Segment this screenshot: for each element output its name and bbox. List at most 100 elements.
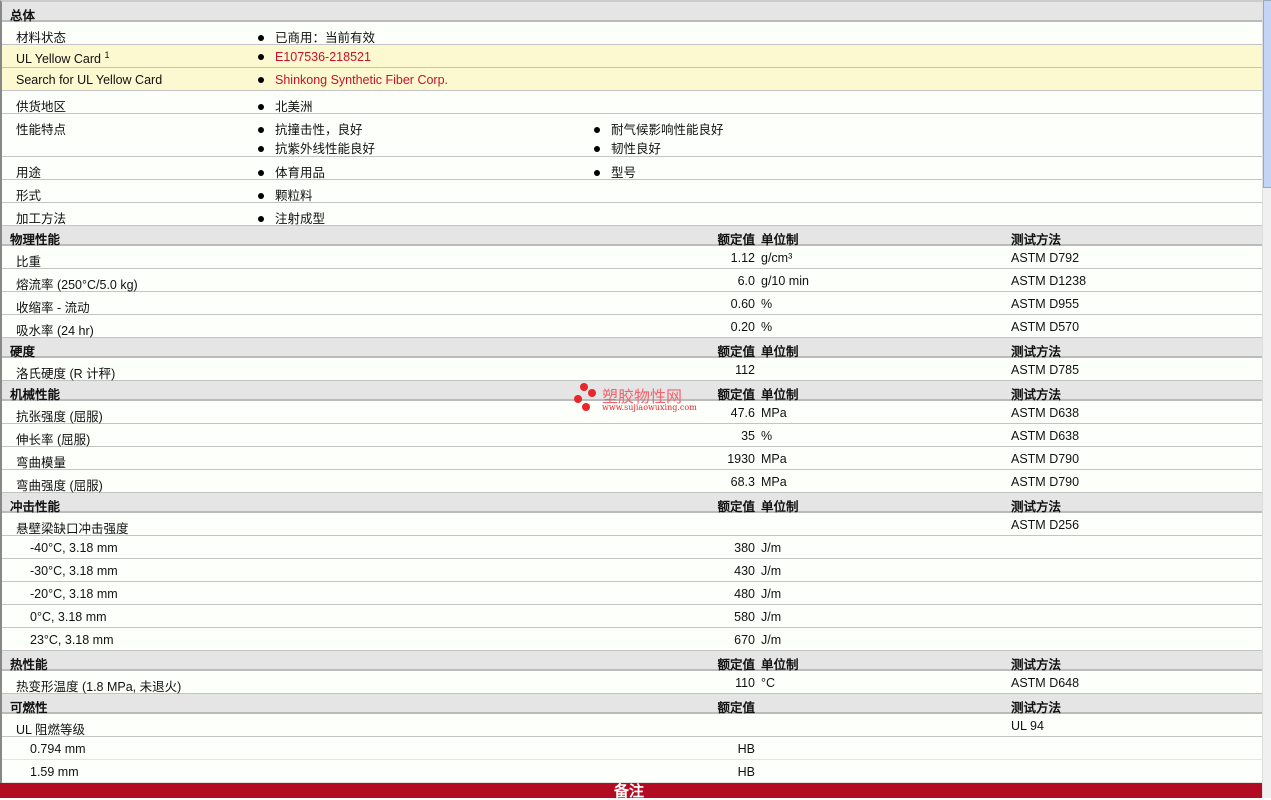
property-label: 热变形温度 (1.8 MPa, 未退火) xyxy=(16,680,182,694)
row-label-text: 用途 xyxy=(16,166,42,180)
bullet-icon xyxy=(258,192,264,199)
row-label-text: Search for UL Yellow Card xyxy=(16,73,163,87)
property-value: 47.6 xyxy=(730,406,755,420)
property-label: UL 阻燃等级 xyxy=(16,723,85,737)
property-unit: % xyxy=(761,320,773,334)
property-value: HB xyxy=(737,765,755,779)
property-value: 580 xyxy=(734,610,755,624)
property-label: 23°C, 3.18 mm xyxy=(30,633,114,647)
property-unit: g/cm³ xyxy=(761,251,793,265)
bullet-icon xyxy=(258,34,264,41)
property-row: 抗张强度 (屈服) 47.6 MPa ASTM D638 xyxy=(2,401,1262,424)
property-row: 收缩率 - 流动 0.60% ASTM D955 xyxy=(2,292,1262,315)
row-label: 材料状态 xyxy=(16,27,66,46)
property-label: -30°C, 3.18 mm xyxy=(30,564,118,578)
property-row: -30°C, 3.18 mm 430 J/m xyxy=(2,559,1262,582)
property-label: -20°C, 3.18 mm xyxy=(30,587,118,601)
row-label: 加工方法 xyxy=(16,208,66,227)
row-label-text: 材料状态 xyxy=(16,31,67,45)
bullet-item: 型号 xyxy=(594,162,636,181)
row-label: 用途 xyxy=(16,162,41,181)
property-label: 弯曲模量 xyxy=(16,456,67,470)
property-row: 熔流率 (250°C/5.0 kg) 6.0 g/10 min ASTM D1238 xyxy=(2,269,1262,292)
general-row: Search for UL Yellow Card Shinkong Synthe… xyxy=(2,68,1262,91)
bullet-text[interactable]: E107536-218521 xyxy=(275,50,371,64)
property-unit: J/m xyxy=(761,564,782,578)
section-header-general: 总体 xyxy=(2,2,1262,23)
bullet-text[interactable]: Shinkong Synthetic Fiber Corp. xyxy=(275,73,448,87)
section-header: 热性能 额定值 单位制 测试方法 xyxy=(2,651,1262,672)
scrollbar-thumb[interactable] xyxy=(1263,0,1271,188)
property-label: 熔流率 (250°C/5.0 kg) xyxy=(16,278,138,292)
bullet-icon xyxy=(258,215,264,222)
bullet-item[interactable]: E107536-218521 xyxy=(258,50,371,64)
section-header: 硬度 额定值 单位制 测试方法 xyxy=(2,338,1262,359)
property-row: 吸水率 (24 hr) 0.20% ASTM D570 xyxy=(2,315,1262,338)
property-value: 68.3 xyxy=(730,475,755,489)
property-unit: J/m xyxy=(761,610,782,624)
property-label: 1.59 mm xyxy=(30,765,79,779)
property-value: 1930 xyxy=(727,452,755,466)
row-label-text: 形式 xyxy=(16,189,42,203)
bullet-icon xyxy=(258,126,264,133)
property-value: 112 xyxy=(735,363,755,377)
property-row: 洛氏硬度 (R 计秤) 112 ASTM D785 xyxy=(2,358,1262,381)
general-row: 材料状态 已商用：当前有效 xyxy=(2,22,1262,45)
bullet-text: 已商用：当前有效 xyxy=(275,31,376,45)
test-method: ASTM D785 xyxy=(1011,363,1080,377)
property-label: 比重 xyxy=(16,255,42,269)
test-method: ASTM D256 xyxy=(1011,518,1080,532)
property-value: 430 xyxy=(734,564,755,578)
property-label: 吸水率 (24 hr) xyxy=(16,324,94,338)
property-row: 伸长率 (屈服) 35% ASTM D638 xyxy=(2,424,1262,447)
row-label-text: 性能特点 xyxy=(16,123,67,137)
property-unit: J/m xyxy=(761,587,782,601)
bullet-item: 耐气候影响性能良好 xyxy=(594,119,724,138)
property-unit: g/10 min xyxy=(761,274,809,288)
section-header: 物理性能 额定值 单位制 测试方法 xyxy=(2,226,1262,247)
bullet-text: 抗撞击性，良好 xyxy=(275,123,363,137)
property-row: 1.59 mm HB xyxy=(2,760,1262,783)
test-method: UL 94 xyxy=(1011,719,1044,733)
property-unit: MPa xyxy=(761,475,787,489)
property-unit: J/m xyxy=(761,541,782,555)
general-row: 加工方法 注射成型 xyxy=(2,203,1262,226)
bullet-text: 韧性良好 xyxy=(611,142,662,156)
bullet-item: 韧性良好 xyxy=(594,138,661,157)
test-method: ASTM D638 xyxy=(1011,406,1080,420)
bullet-text: 型号 xyxy=(611,166,637,180)
bullet-item: 抗紫外线性能良好 xyxy=(258,138,375,157)
test-method: ASTM D1238 xyxy=(1011,274,1087,288)
property-unit: J/m xyxy=(761,633,782,647)
property-label: 0.794 mm xyxy=(30,742,86,756)
section-header: 可燃性 额定值 测试方法 xyxy=(2,694,1262,715)
row-label-text: 加工方法 xyxy=(16,212,67,226)
property-value: 480 xyxy=(734,587,755,601)
bullet-text: 颗粒料 xyxy=(275,189,313,203)
datasheet-table: 总体 材料状态 已商用：当前有效 UL Yellow Card 1 E107536-21… xyxy=(0,0,1262,783)
bullet-text: 注射成型 xyxy=(275,212,326,226)
property-label: 悬壁梁缺口冲击强度 xyxy=(16,522,129,536)
bullet-item[interactable]: Shinkong Synthetic Fiber Corp. xyxy=(258,73,448,87)
bullet-icon xyxy=(594,126,600,133)
test-method: ASTM D648 xyxy=(1011,676,1080,690)
row-label: Search for UL Yellow Card xyxy=(16,73,162,87)
property-unit: % xyxy=(761,297,773,311)
test-method: ASTM D790 xyxy=(1011,452,1080,466)
row-label: 性能特点 xyxy=(16,119,66,138)
property-unit: °C xyxy=(761,676,776,690)
property-label: 弯曲强度 (屈服) xyxy=(16,479,103,493)
test-method: ASTM D638 xyxy=(1011,429,1080,443)
bullet-item: 颗粒料 xyxy=(258,185,313,204)
bullet-icon xyxy=(258,53,264,60)
property-value: 6.0 xyxy=(737,274,755,288)
bullet-icon xyxy=(594,169,600,176)
bullet-text: 体育用品 xyxy=(275,166,326,180)
property-label: 抗张强度 (屈服) xyxy=(16,410,103,424)
row-label: 形式 xyxy=(16,185,41,204)
property-label: 0°C, 3.18 mm xyxy=(30,610,107,624)
bullet-icon xyxy=(594,145,600,152)
footnote-marker[interactable]: 1 xyxy=(105,50,110,60)
vertical-scrollbar[interactable] xyxy=(1262,0,1271,798)
property-row: UL 阻燃等级 UL 94 xyxy=(2,714,1262,737)
